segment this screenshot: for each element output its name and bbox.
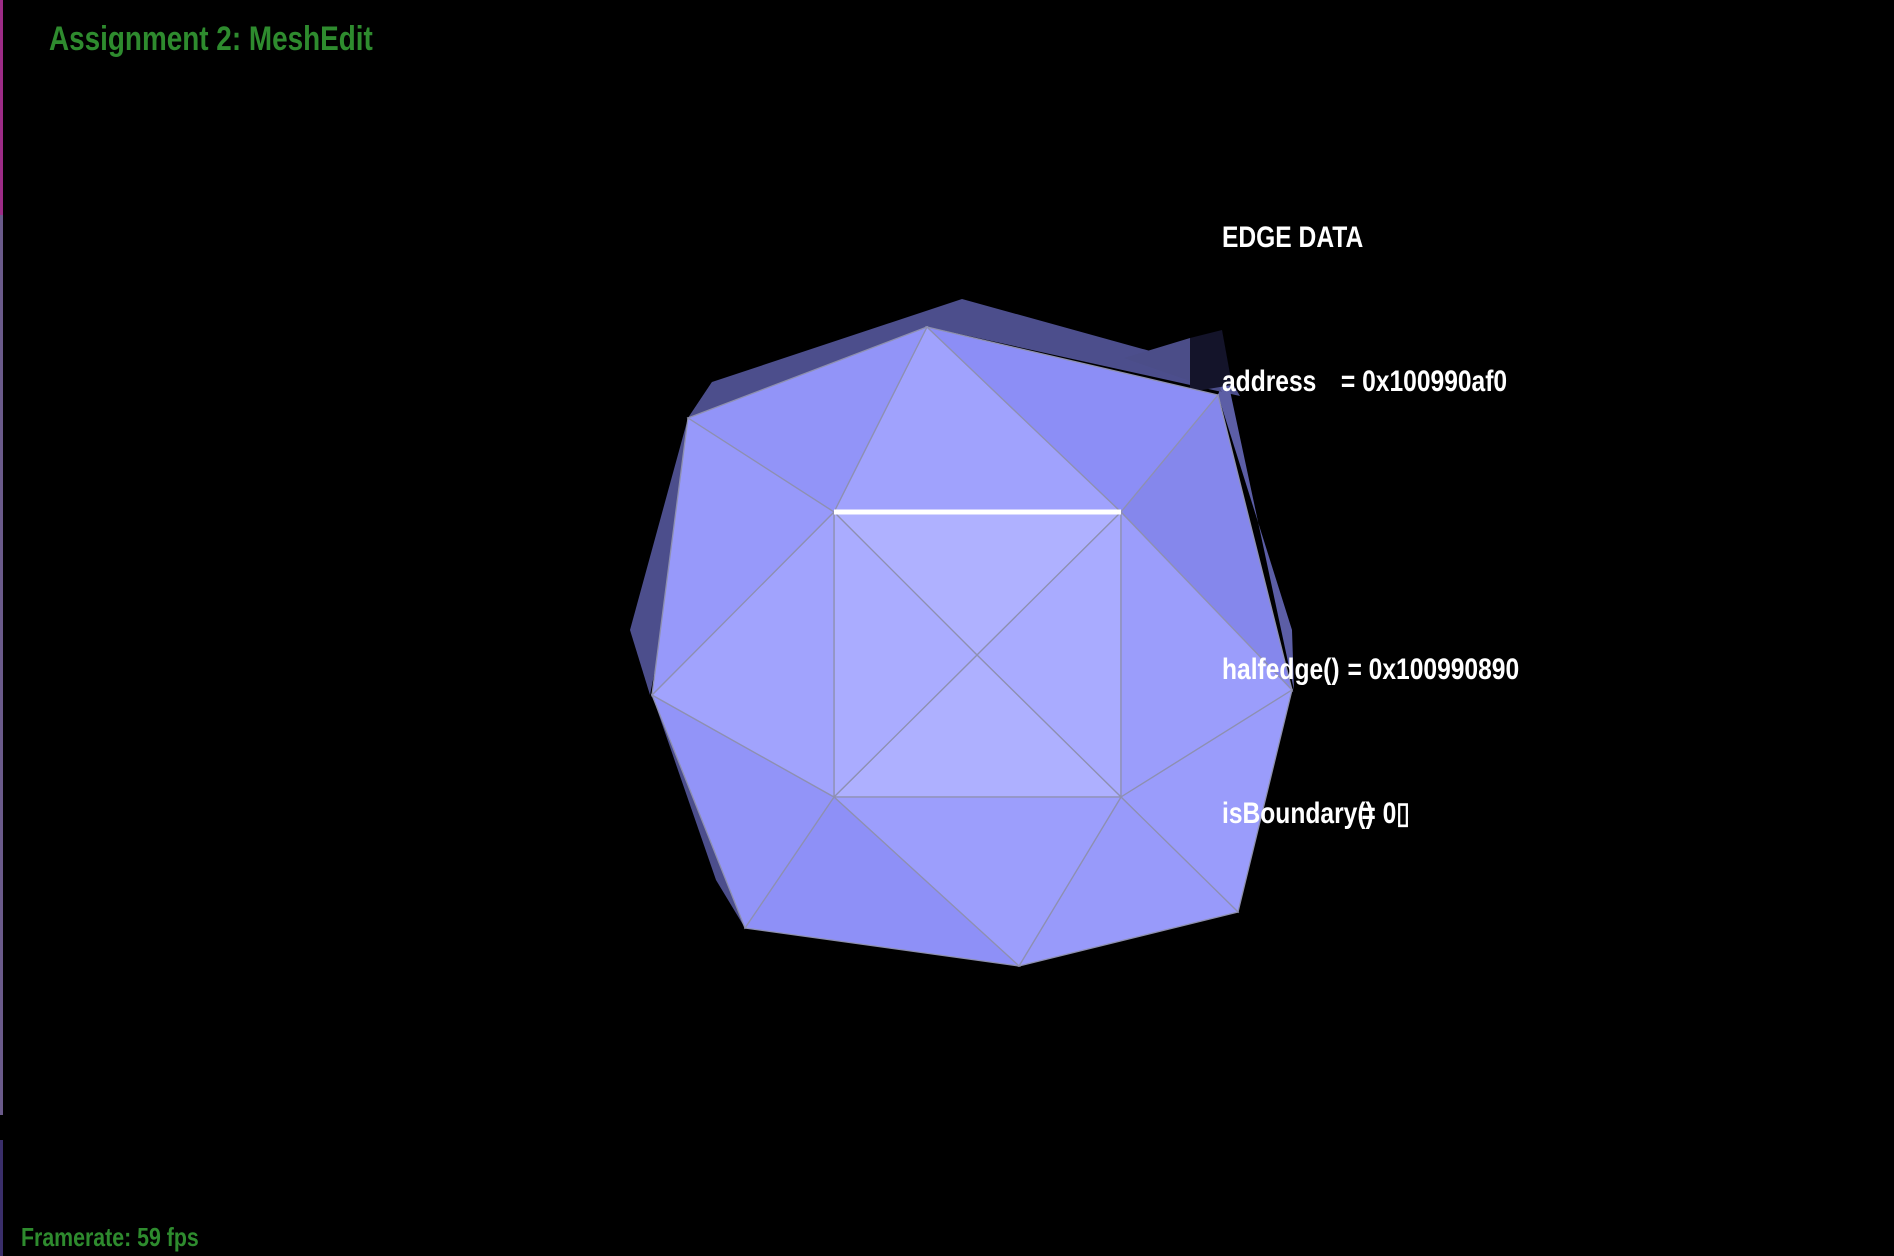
edge-data-key: isBoundary() — [1222, 797, 1374, 830]
edge-data-value: = 0x100990890 — [1347, 653, 1520, 686]
edge-data-row-blank — [1222, 502, 1519, 550]
edge-data-heading: EDGE DATA — [1222, 221, 1364, 254]
edge-data-value: = 0▯ — [1361, 797, 1410, 830]
edge-data-row-address: address = 0x100990af0 — [1222, 358, 1519, 406]
edge-data-panel: EDGE DATA address = 0x100990af0 halfedge(… — [1222, 118, 1519, 934]
edge-data-key: address — [1222, 365, 1317, 398]
edge-data-key: halfedge() — [1222, 653, 1340, 686]
edge-data-row-isboundary: isBoundary()= 0▯ — [1222, 790, 1519, 838]
mesh-viewport[interactable]: Assignment 2: MeshEdit EDGE DATA address… — [0, 0, 1894, 1256]
framerate-readout: Framerate: 59 fps — [21, 1222, 199, 1252]
mesh-front-faces[interactable] — [650, 325, 1294, 968]
edge-data-value: = 0x100990af0 — [1340, 365, 1508, 398]
mesh-canvas[interactable] — [0, 0, 1894, 1256]
edge-data-row-halfedge: halfedge() = 0x100990890 — [1222, 646, 1519, 694]
